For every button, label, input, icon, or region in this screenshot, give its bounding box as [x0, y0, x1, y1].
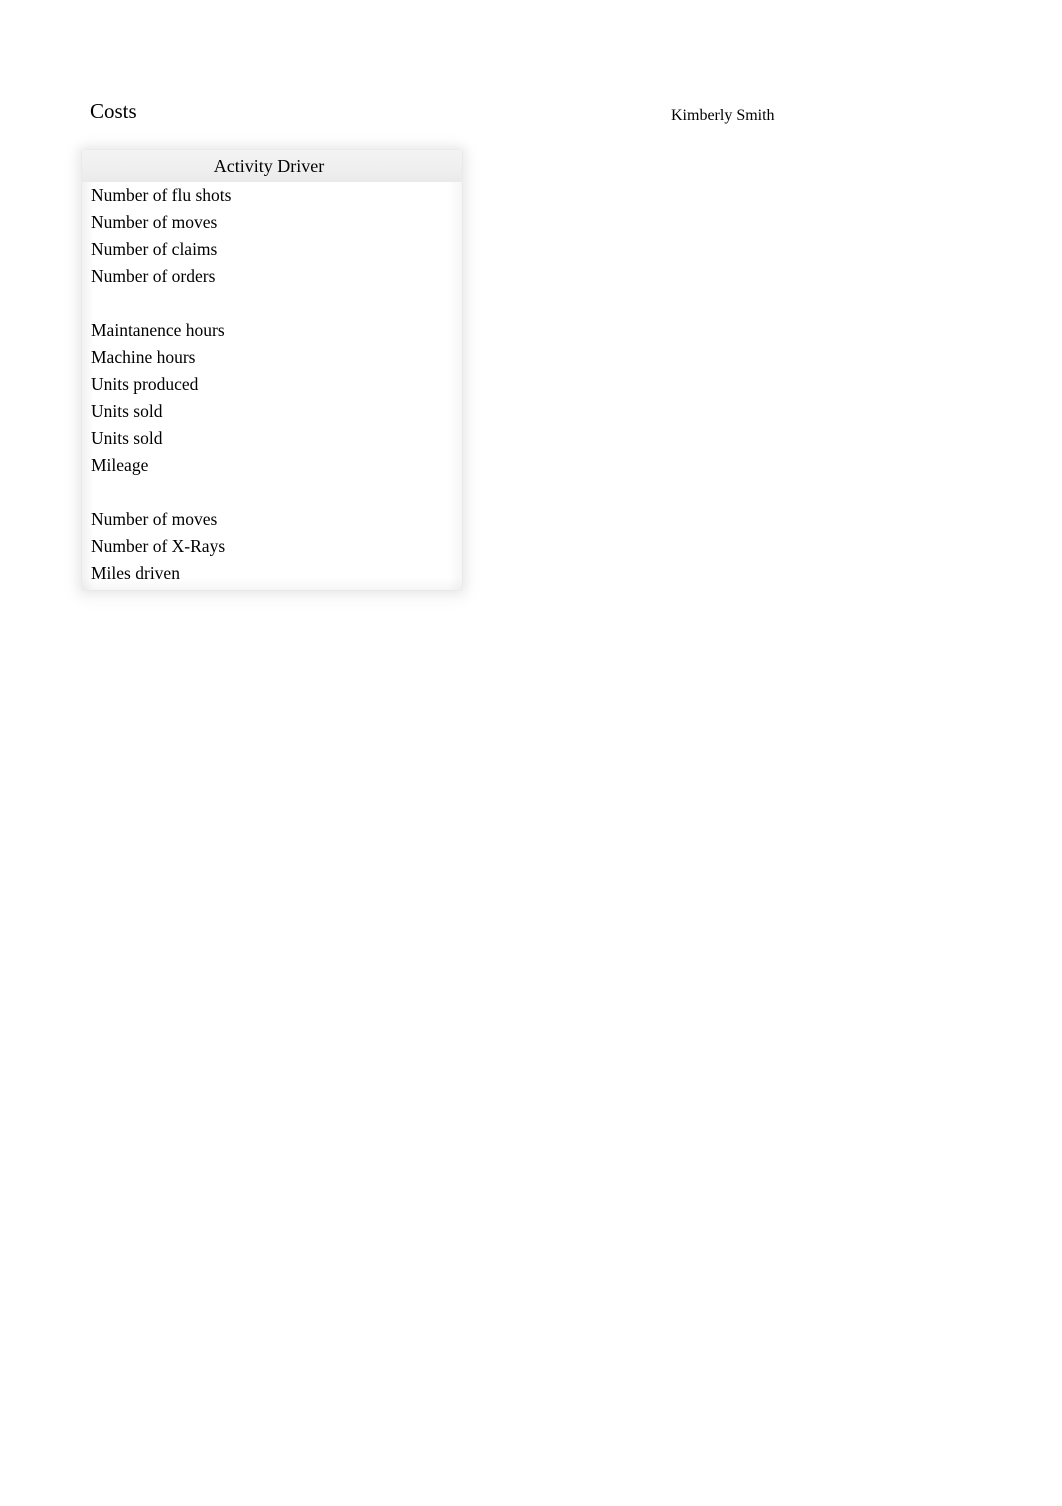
author-name: Kimberly Smith: [671, 107, 775, 124]
table-row[interactable]: Units sold: [82, 398, 462, 425]
table-body: Number of flu shots Number of moves Number…: [82, 182, 462, 587]
table-header-row: Activity Driver: [82, 150, 462, 182]
table-row[interactable]: Miles driven: [82, 560, 462, 587]
table-row[interactable]: Number of flu shots: [82, 182, 462, 209]
table-row[interactable]: Machine hours: [82, 344, 462, 371]
activity-driver-panel: Activity Driver Number of flu shots Numbe…: [82, 150, 462, 590]
table-row[interactable]: Maintanence hours: [82, 317, 462, 344]
table-row[interactable]: Number of orders: [82, 263, 462, 290]
table-row[interactable]: Mileage: [82, 452, 462, 479]
activity-driver-table: Activity Driver Number of flu shots Numbe…: [82, 150, 462, 590]
table-row[interactable]: Number of X-Rays: [82, 533, 462, 560]
table-row[interactable]: Units produced: [82, 371, 462, 398]
table-row-blank[interactable]: [82, 479, 462, 506]
table-row[interactable]: Number of claims: [82, 236, 462, 263]
column-header-activity-driver: Activity Driver: [213, 156, 325, 176]
table-row-blank[interactable]: [82, 290, 462, 317]
table-row[interactable]: Number of moves: [82, 209, 462, 236]
table-row[interactable]: Number of moves: [82, 506, 462, 533]
table-row[interactable]: Units sold: [82, 425, 462, 452]
page-title: Costs: [90, 99, 137, 123]
